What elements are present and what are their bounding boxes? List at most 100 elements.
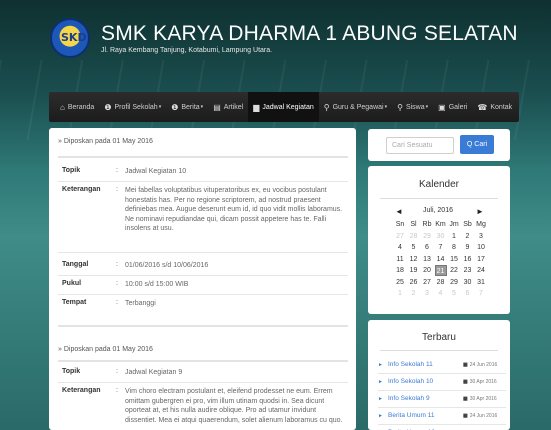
calendar-day[interactable]: 31 [475, 277, 487, 288]
calendar-day[interactable]: 4 [435, 288, 447, 299]
row-tempat: Tempat : Terbanggi [58, 299, 348, 313]
news-item[interactable]: ► Info Sekolah 9 ▦ 30 Apr 2016 [378, 391, 506, 408]
calendar-day[interactable]: 18 [394, 265, 406, 276]
calendar-day[interactable]: 8 [448, 242, 460, 253]
news-date: ▦ 24 Jun 2016 [463, 413, 498, 419]
calendar-day[interactable]: 9 [462, 242, 474, 253]
calendar-day[interactable]: 28 [435, 277, 447, 288]
nav-item-profil-sekolah[interactable]: ❶ Profil Sekolah ▾ [99, 92, 166, 122]
calendar-day[interactable]: 20 [421, 265, 433, 276]
calendar-day[interactable]: 25 [394, 277, 406, 288]
calendar-day[interactable]: 1 [448, 231, 460, 242]
calendar-day[interactable]: 6 [462, 288, 474, 299]
calendar-next-icon[interactable]: ► [476, 207, 484, 216]
search-input[interactable]: Cari Sesuatu [386, 137, 454, 154]
calendar-day[interactable]: 15 [448, 254, 460, 265]
calendar-day[interactable]: 27 [394, 231, 406, 242]
main-navbar: ⌂ Beranda ❶ Profil Sekolah ▾ ❶ Berita ▾ ▤ Artikel… [49, 92, 519, 122]
news-item[interactable]: ►Berita Umum 10▦01 May 2016 [378, 425, 506, 430]
news-item[interactable]: ► Info Sekolah 10 ▦ 30 Apr 2016 [378, 374, 506, 391]
tempat-value: Terbanggi [125, 300, 156, 307]
news-title[interactable]: Info Sekolah 11 [388, 361, 433, 368]
school-logo[interactable]: SKD [50, 18, 90, 58]
calendar-day[interactable]: 1 [394, 288, 406, 299]
nav-icon: ❶ [104, 102, 112, 112]
chevron-down-icon: ▾ [158, 104, 162, 110]
calendar-day[interactable]: 30 [462, 277, 474, 288]
divider [58, 360, 348, 362]
calendar-day[interactable]: 17 [475, 254, 487, 265]
nav-icon: ▤ [213, 102, 221, 112]
topik-label: Topik [62, 167, 81, 174]
calendar-day[interactable]: 2 [408, 288, 420, 299]
calendar-day[interactable]: 13 [421, 254, 433, 265]
calendar-day[interactable]: 30 [435, 231, 447, 242]
calendar-day[interactable]: 3 [421, 288, 433, 299]
search-button[interactable]: Q Cari [460, 135, 494, 154]
pukul-label: Pukul [62, 280, 82, 287]
calendar-prev-icon[interactable]: ◄ [395, 207, 403, 216]
calendar-day[interactable]: 21 [434, 265, 447, 276]
nav-item-galeri[interactable]: ▣ Galeri [433, 92, 472, 122]
nav-item-kontak[interactable]: ☎ Kontak [472, 92, 517, 122]
nav-item-beranda[interactable]: ⌂ Beranda [55, 92, 99, 122]
nav-item-siswa[interactable]: ⚲ Siswa ▾ [392, 92, 433, 122]
calendar-weekday: Sn [395, 221, 405, 228]
calendar-day[interactable]: 16 [462, 254, 474, 265]
nav-item-guru-pegawai[interactable]: ⚲ Guru & Pegawai ▾ [319, 92, 392, 122]
nav-label: Galeri [448, 103, 468, 111]
calendar-day[interactable]: 28 [408, 231, 420, 242]
calendar-day[interactable]: 5 [448, 288, 460, 299]
chevron-right-icon: ► [378, 379, 383, 385]
news-date: ▦ 30 Apr 2016 [463, 396, 497, 402]
keterangan-value: Mei fabellas voluptatibus vituperatoribu… [125, 187, 343, 233]
search-panel: Cari Sesuatu Q Cari [368, 129, 510, 161]
calendar-day[interactable]: 5 [408, 242, 420, 253]
calendar-icon: ▦ [463, 379, 468, 385]
nav-item-berita[interactable]: ❶ Berita ▾ [166, 92, 208, 122]
calendar-icon: ▦ [463, 396, 468, 402]
chevron-down-icon: ▾ [200, 104, 204, 110]
calendar-day[interactable]: 3 [475, 231, 487, 242]
calendar-icon: ▦ [463, 362, 468, 368]
latest-panel: Terbaru ► Info Sekolah 11 ▦ 24 Jun 2016 ► Inf… [368, 320, 510, 430]
divider [58, 325, 348, 327]
nav-item-jadwal-kegiatan[interactable]: ▆ Jadwal Kegiatan [248, 92, 319, 122]
calendar-weekday: Km [435, 221, 446, 228]
calendar-day[interactable]: 22 [448, 265, 460, 276]
chevron-down-icon: ▾ [425, 104, 429, 110]
calendar-day[interactable]: 4 [394, 242, 406, 253]
nav-icon: ❶ [171, 102, 179, 112]
calendar-day[interactable]: 12 [408, 254, 420, 265]
calendar-day[interactable]: 11 [394, 254, 406, 265]
news-title[interactable]: Info Sekolah 9 [388, 395, 430, 402]
nav-label: Kontak [490, 103, 513, 111]
news-item[interactable]: ► Berita Umum 11 ▦ 24 Jun 2016 [378, 408, 506, 425]
calendar-day[interactable]: 23 [462, 265, 474, 276]
calendar-day[interactable]: 26 [408, 277, 420, 288]
calendar-day[interactable]: 29 [448, 277, 460, 288]
calendar-day[interactable]: 10 [475, 242, 487, 253]
calendar-day[interactable]: 2 [462, 231, 474, 242]
calendar-day[interactable]: 29 [421, 231, 433, 242]
calendar-day[interactable]: 27 [421, 277, 433, 288]
calendar-day[interactable]: 6 [421, 242, 433, 253]
news-item[interactable]: ► Info Sekolah 11 ▦ 24 Jun 2016 [378, 357, 506, 374]
calendar-panel: Kalender ◄ Juli, 2016 ► Sn Sl Rb Km Jm Sb Mg 27… [368, 166, 510, 314]
news-title[interactable]: Berita Umum 11 [388, 412, 434, 419]
nav-label: Siswa [405, 103, 425, 111]
site-title[interactable]: SMK KARYA DHARMA 1 ABUNG SELATAN [101, 22, 518, 46]
nav-icon: ⚲ [397, 102, 403, 112]
news-title[interactable]: Info Sekolah 10 [388, 378, 433, 385]
calendar-day[interactable]: 7 [435, 242, 447, 253]
calendar-day[interactable]: 19 [408, 265, 420, 276]
nav-item-artikel[interactable]: ▤ Artikel [208, 92, 248, 122]
calendar-day[interactable]: 14 [435, 254, 447, 265]
calendar-day[interactable]: 7 [475, 288, 487, 299]
calendar-month: Juli, 2016 [423, 207, 453, 214]
tanggal-label: Tanggal [62, 261, 89, 268]
news-date: ▦ 24 Jun 2016 [463, 362, 498, 368]
calendar-weekday: Mg [476, 221, 486, 228]
post-item: » Diposkan pada 01 May 2016 [58, 346, 348, 353]
calendar-day[interactable]: 24 [475, 265, 487, 276]
